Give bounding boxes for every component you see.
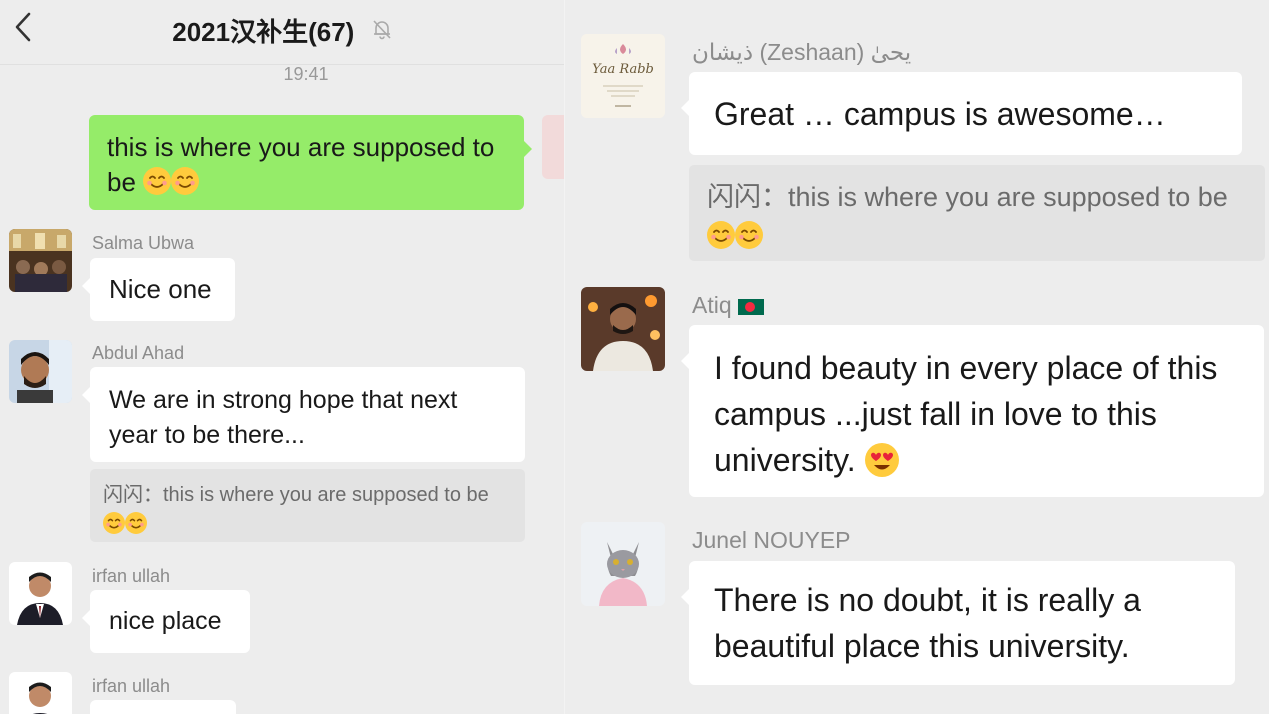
chat-title[interactable]: 2021汉补生(67) [172,12,354,49]
message-bubble-atiq[interactable]: I found beauty in every place of this ca… [681,325,1264,497]
quote-text: this is where you are supposed to be [163,484,489,506]
avatar-salma[interactable] [9,229,72,292]
avatar-zeshaan[interactable]: Yaa Rabb [581,34,665,118]
message-bubble-irfan[interactable]: nice place [82,590,250,653]
quoted-message[interactable]: 闪闪：this is where you are supposed to be [90,469,525,542]
quote-sender: 闪闪： [707,182,788,212]
smiling-face-emoji [707,221,735,249]
message-timestamp: 19:41 [283,64,329,84]
sender-name: Abdul Ahad [92,343,185,363]
sender-name: irfan ullah [92,676,171,696]
quoted-message[interactable]: 闪闪：this is where you are supposed to be [689,165,1265,261]
message-text: Nice one [109,274,212,304]
message-text: We are in strong hope that next year to … [109,386,458,449]
quote-sender: 闪闪： [103,484,163,506]
avatar-caption: Yaa Rabb [592,62,654,77]
avatar-abdul[interactable] [9,340,72,403]
message-text: There is no doubt, it is really a beauti… [714,582,1141,664]
avatar-irfan[interactable] [9,562,72,625]
message-text: I found beauty in every place of this ca… [714,350,1218,478]
chat-title-bar: 2021汉补生(67) [0,12,565,49]
sender-name: irfan ullah [92,566,171,586]
smiling-face-emoji [735,221,763,249]
bell-off-icon [371,18,393,40]
chat-header: 2021汉补生(67) [0,0,565,65]
avatar-irfan[interactable] [9,672,72,714]
heart-eyes-emoji [864,443,899,477]
chat-panel-left: 2021汉补生(67) 19:41 this is where you are … [0,0,565,714]
message-text: Great … campus is awesome… [714,96,1166,132]
smiling-face-emoji [125,512,147,534]
message-bubble-zeshaan[interactable]: Great … campus is awesome… [681,72,1242,155]
smiling-face-emoji [143,167,172,195]
message-text: nice place [109,607,222,635]
smiling-face-emoji [171,167,200,195]
own-message-bubble[interactable]: this is where you are supposed to be [89,115,532,210]
smiling-face-emoji [103,512,125,534]
message-bubble-salma[interactable]: Nice one [82,258,235,321]
message-bubble-irfan-2[interactable] [90,700,236,714]
chat-panel-right: Yaa Rabb ذیشان (Zeshaan) یحیٰ Great … ca… [565,0,1269,714]
own-avatar[interactable] [542,115,565,179]
message-bubble-junel[interactable]: There is no doubt, it is really a beauti… [681,561,1235,685]
sender-name: Atiq [692,292,764,319]
sender-name: Junel NOUYEP [692,527,851,553]
sender-name: Salma Ubwa [92,233,195,253]
avatar-junel[interactable] [581,522,665,606]
bangladesh-flag-icon [737,299,764,315]
avatar-atiq[interactable] [581,287,665,371]
quote-text: this is where you are supposed to be [788,182,1228,212]
message-bubble-abdul[interactable]: We are in strong hope that next year to … [82,367,525,462]
sender-name: ذیشان (Zeshaan) یحیٰ [692,39,912,65]
